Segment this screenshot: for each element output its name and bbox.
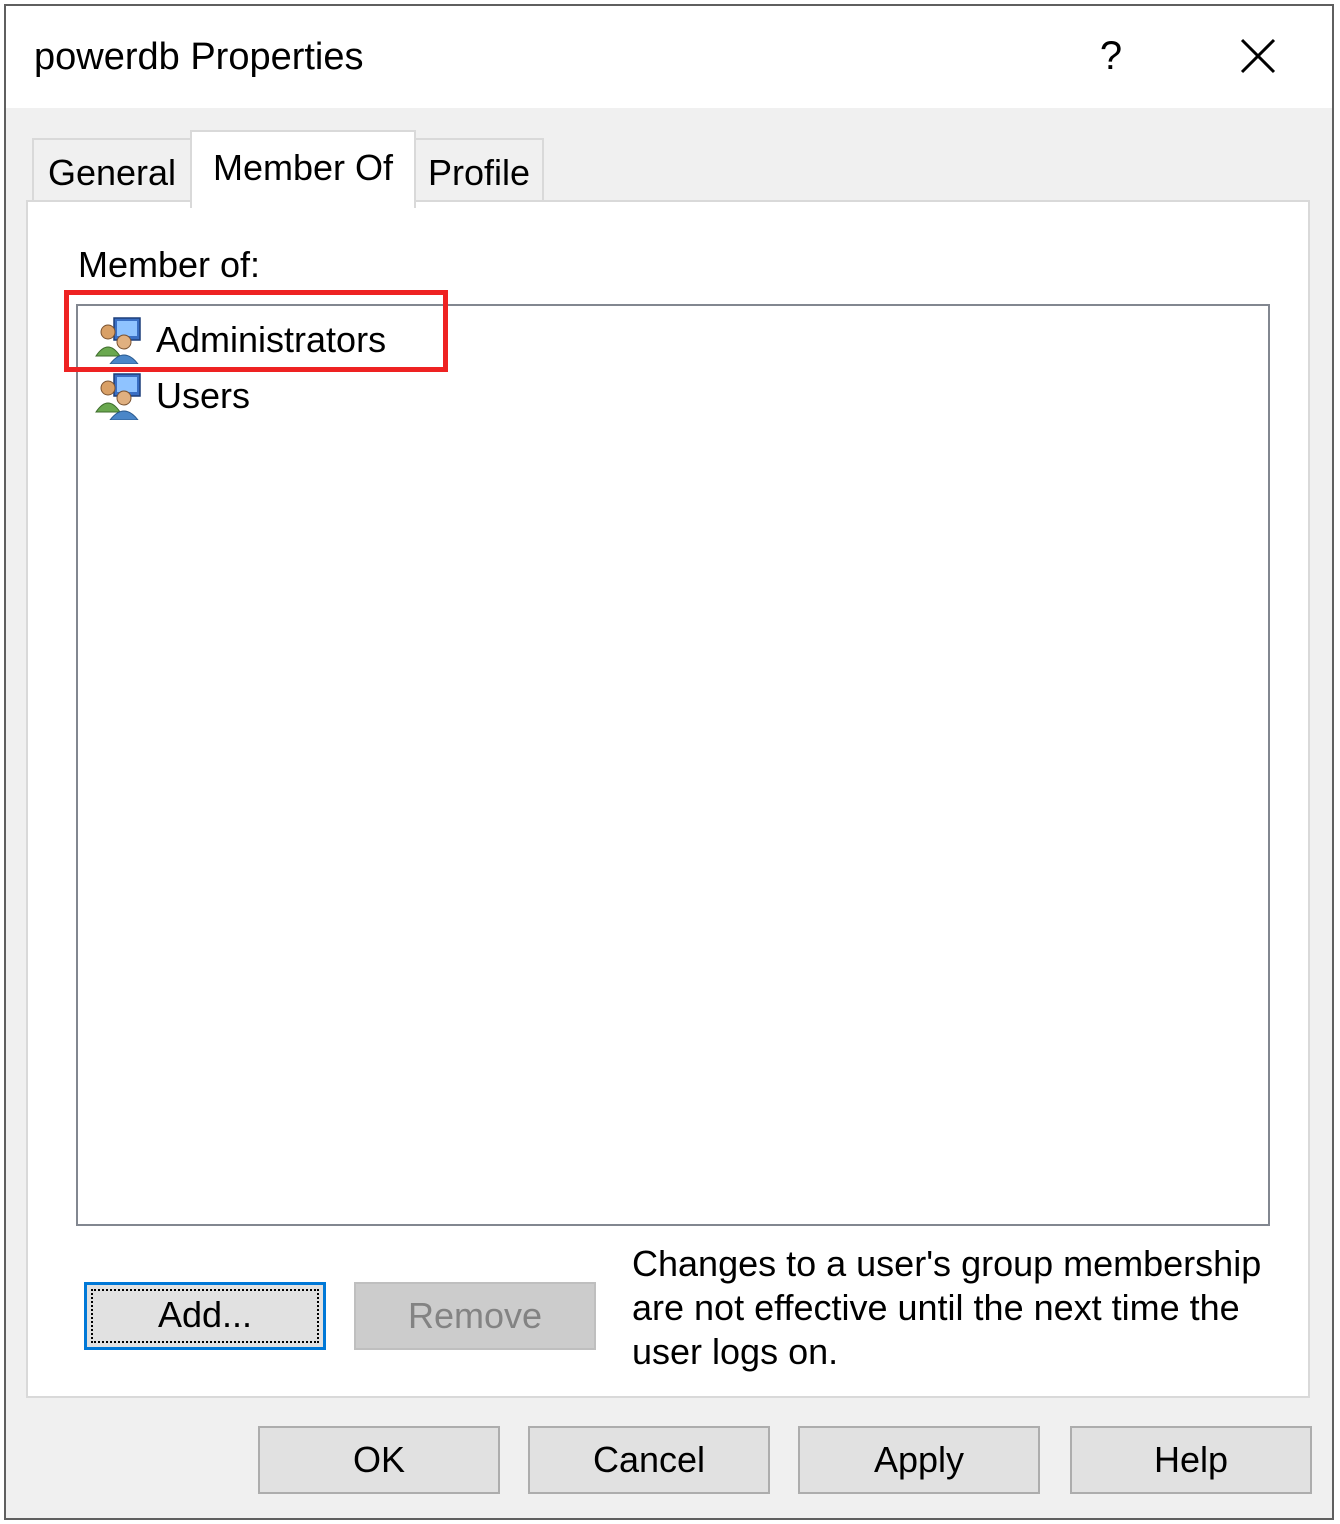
add-button[interactable]: Add... — [84, 1282, 326, 1350]
remove-button-label: Remove — [407, 1295, 543, 1336]
properties-dialog: powerdb Properties ? General Member Of P… — [4, 4, 1334, 1520]
close-button[interactable] — [1228, 26, 1288, 86]
tab-general[interactable]: General — [32, 138, 192, 204]
cancel-button[interactable]: Cancel — [528, 1426, 770, 1494]
member-of-list[interactable]: Administrators Users — [76, 304, 1270, 1226]
help-footer-button[interactable]: Help — [1070, 1426, 1312, 1494]
tab-profile[interactable]: Profile — [414, 138, 544, 204]
apply-button[interactable]: Apply — [798, 1426, 1040, 1494]
title-bar: powerdb Properties ? — [6, 6, 1332, 108]
membership-note: Changes to a user's group membership are… — [632, 1243, 1262, 1372]
remove-button[interactable]: Remove — [354, 1282, 596, 1350]
list-item-users[interactable]: Users — [94, 370, 250, 422]
member-of-label: Member of: — [78, 244, 261, 285]
tab-member-of[interactable]: Member Of — [190, 130, 416, 208]
group-name: Users — [156, 375, 251, 416]
help-button[interactable]: ? — [1086, 26, 1136, 86]
ok-button[interactable]: OK — [258, 1426, 500, 1494]
close-icon — [1240, 38, 1276, 74]
group-icon — [95, 373, 141, 420]
dialog-title: powerdb Properties — [34, 36, 364, 78]
highlight-annotation — [64, 290, 448, 372]
focus-rectangle — [91, 1289, 319, 1343]
member-of-panel: Member of: Administrators Users Add... R… — [26, 200, 1310, 1398]
